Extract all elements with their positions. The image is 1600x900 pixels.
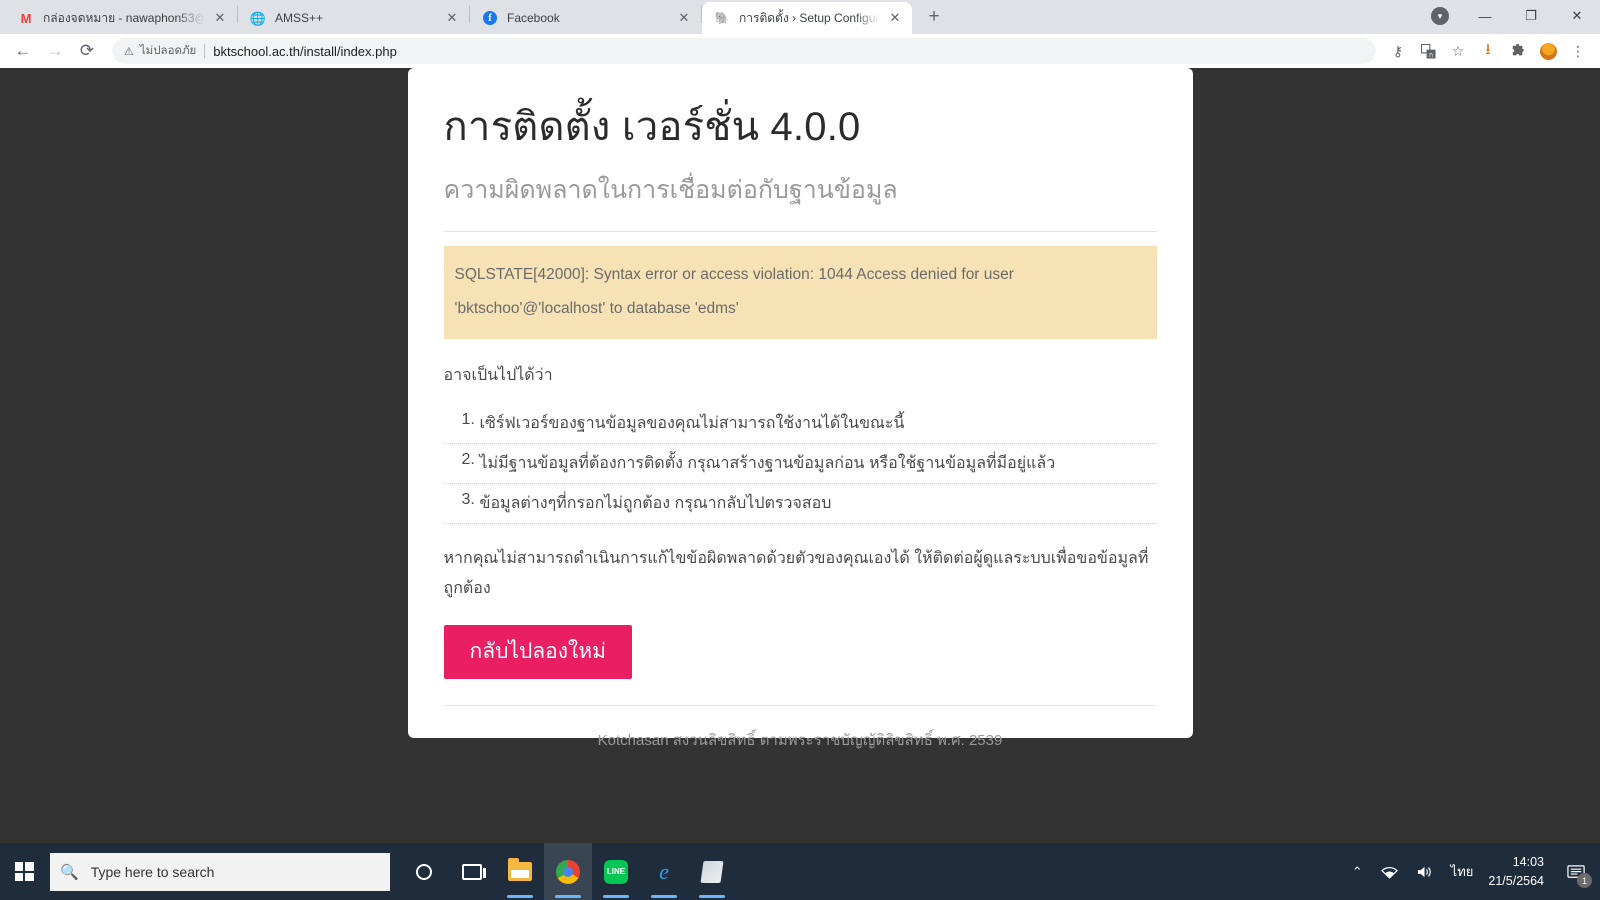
address-bar[interactable]: ⚠ ไม่ปลอดภัย bktschool.ac.th/install/ind…: [112, 38, 1376, 64]
wifi-icon[interactable]: [1372, 843, 1407, 900]
reload-button[interactable]: ⟳: [72, 36, 102, 66]
translate-icon[interactable]: ก: [1414, 37, 1442, 65]
toolbar-icon-group: ⚷ ก ☆ ⭳ ⋮: [1384, 37, 1592, 65]
list-item: ข้อมูลต่างๆที่กรอกไม่ถูกต้อง กรุณากลับไป…: [443, 484, 1157, 525]
facebook-icon: f: [482, 10, 498, 26]
microsoft-store-icon[interactable]: [688, 843, 736, 900]
tab-strip: M กล่องจดหมาย - nawaphon53@gma ✕ 🌐 AMSS+…: [0, 0, 1600, 34]
search-icon: 🔍: [60, 863, 79, 881]
gmail-icon: M: [20, 10, 32, 26]
tab-title: การติดตั้ง › Setup Configuration Fil: [739, 10, 880, 25]
internet-explorer-icon[interactable]: e: [640, 843, 688, 900]
list-item: เซิร์ฟเวอร์ของฐานข้อมูลของคุณไม่สามารถใช…: [443, 404, 1157, 445]
taskbar-search-input[interactable]: 🔍 Type here to search: [50, 852, 390, 891]
tab-close-icon[interactable]: ✕: [443, 9, 461, 27]
chrome-menu-icon[interactable]: ⋮: [1564, 37, 1592, 65]
contact-admin-text: หากคุณไม่สามารถดำเนินการแก้ไขข้อผิดพลาดด…: [443, 550, 1149, 597]
window-controls: ▾ — ❐ ✕: [1418, 0, 1600, 32]
footer-copyright: Kotchasan สงวนลิขสิทธิ์ ตามพระราชบัญญัติ…: [597, 731, 1003, 749]
task-view-icon[interactable]: [448, 843, 496, 900]
maximize-button[interactable]: ❐: [1508, 0, 1554, 32]
tab-title: AMSS++: [275, 11, 324, 25]
file-explorer-icon[interactable]: [496, 843, 544, 900]
cortana-icon[interactable]: [400, 843, 448, 900]
title-divider: [443, 230, 1157, 232]
tab-title: กล่องจดหมาย - nawaphon53@gma: [43, 10, 205, 25]
possible-causes-label: อาจเป็นไปได้ว่า: [443, 367, 553, 385]
clock-time: 14:03: [1512, 854, 1544, 869]
globe-icon: 🌐: [249, 10, 267, 26]
notification-badge: 1: [1577, 873, 1592, 888]
taskbar-app-list: LINE e: [400, 843, 736, 900]
browser-toolbar: ← → ⟳ ⚠ ไม่ปลอดภัย bktschool.ac.th/insta…: [0, 34, 1600, 68]
omnibox-divider: [204, 44, 206, 58]
line-icon[interactable]: LINE: [592, 843, 640, 900]
not-secure-warning-icon: ⚠: [124, 45, 134, 58]
clock-date: 21/5/2564: [1488, 873, 1544, 888]
browser-tab-setup-configuration[interactable]: 🐘 การติดตั้ง › Setup Configuration Fil ✕: [702, 2, 912, 34]
page-viewport: การติดตั้ง เวอร์ชั่น 4.0.0 ความผิดพลาดใน…: [0, 68, 1600, 843]
browser-window: M กล่องจดหมาย - nawaphon53@gma ✕ 🌐 AMSS+…: [0, 0, 1600, 843]
retry-button[interactable]: กลับไปลองใหม่: [443, 625, 632, 679]
windows-logo-icon: [14, 862, 34, 881]
taskbar-clock[interactable]: 14:03 21/5/2564: [1482, 843, 1556, 900]
forward-button[interactable]: →: [40, 36, 70, 66]
language-indicator[interactable]: ไทย: [1442, 843, 1483, 900]
tab-close-icon[interactable]: ✕: [675, 9, 693, 27]
page-title: การติดตั้ง เวอร์ชั่น 4.0.0: [443, 105, 861, 149]
new-tab-button[interactable]: +: [920, 3, 948, 31]
security-label: ไม่ปลอดภัย: [139, 45, 197, 57]
browser-tab-gmail[interactable]: M กล่องจดหมาย - nawaphon53@gma ✕: [6, 2, 237, 34]
page-subtitle: ความผิดพลาดในการเชื่อมต่อกับฐานข้อมูล: [443, 176, 898, 204]
windows-taskbar: 🔍 Type here to search LINE e ⌃ ไทย 14:03: [0, 843, 1600, 900]
minimize-button[interactable]: —: [1462, 0, 1508, 32]
browser-tab-amss[interactable]: 🌐 AMSS++ ✕: [238, 2, 469, 34]
notification-center-icon[interactable]: 1: [1556, 843, 1596, 900]
tab-close-icon[interactable]: ✕: [886, 9, 904, 27]
back-button[interactable]: ←: [8, 36, 38, 66]
volume-icon[interactable]: [1407, 843, 1442, 900]
svg-text:ก: ก: [1429, 52, 1433, 59]
browser-tab-facebook[interactable]: f Facebook ✕: [470, 2, 701, 34]
bookmark-star-icon[interactable]: ☆: [1444, 37, 1472, 65]
footer-divider: [443, 704, 1157, 706]
system-tray: ⌃ ไทย 14:03 21/5/2564 1: [1343, 843, 1600, 900]
search-placeholder: Type here to search: [90, 863, 215, 880]
list-item: ไม่มีฐานข้อมูลที่ต้องการติดตั้ง กรุณาสร้…: [443, 444, 1157, 485]
elephant-icon: 🐘: [714, 11, 730, 25]
start-button[interactable]: [0, 843, 48, 900]
profile-avatar-icon[interactable]: [1534, 37, 1562, 65]
error-alert-box: SQLSTATE[42000]: Syntax error or access …: [443, 245, 1157, 340]
chrome-icon[interactable]: [544, 843, 592, 900]
close-window-button[interactable]: ✕: [1554, 0, 1600, 32]
tab-close-icon[interactable]: ✕: [211, 9, 229, 27]
download-icon[interactable]: ⭳: [1474, 37, 1502, 65]
show-hidden-icons-chevron-icon[interactable]: ⌃: [1343, 843, 1372, 900]
extensions-puzzle-icon[interactable]: [1504, 37, 1532, 65]
password-key-icon[interactable]: ⚷: [1384, 37, 1412, 65]
possible-causes-list: เซิร์ฟเวอร์ของฐานข้อมูลของคุณไม่สามารถใช…: [443, 404, 1157, 525]
url-text: bktschool.ac.th/install/index.php: [213, 43, 397, 59]
tab-title: Facebook: [507, 11, 560, 25]
installer-card: การติดตั้ง เวอร์ชั่น 4.0.0 ความผิดพลาดใน…: [407, 68, 1193, 749]
profile-badge-icon[interactable]: ▾: [1418, 0, 1462, 32]
